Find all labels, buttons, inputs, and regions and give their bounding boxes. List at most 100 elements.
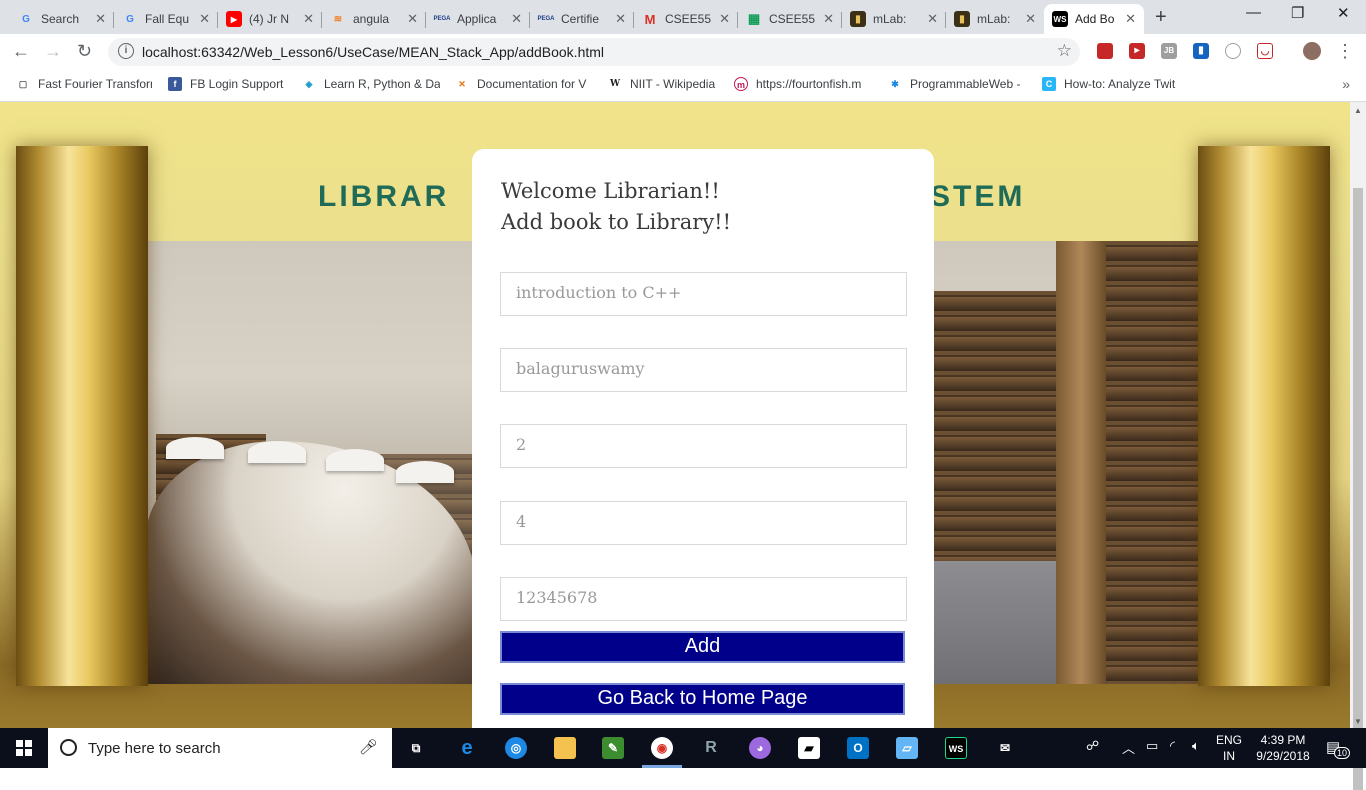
bookmark-item[interactable]: ▢ Fast Fourier Transforn [16,77,152,91]
notes-icon[interactable]: ▱ [896,737,918,759]
extension-shield-icon[interactable]: ◡ [1257,43,1273,59]
datacamp-icon: ◈ [305,79,313,89]
close-icon[interactable]: ✕ [823,11,834,27]
isbn-field[interactable]: 12345678 [500,577,907,621]
extension-circle-icon[interactable] [1225,43,1241,59]
google-icon: G [126,13,134,25]
bookmark-item[interactable]: ✕ Documentation for V [455,77,592,91]
webstorm-icon[interactable]: WS [945,737,967,759]
bookmark-item[interactable]: C How-to: Analyze Twit [1042,77,1180,91]
wifi-icon[interactable]: ◜ [1170,738,1175,754]
profile-avatar[interactable] [1303,42,1321,60]
github-desktop-icon[interactable]: ◕ [749,737,771,759]
forward-icon[interactable]: → [44,41,62,62]
chevron-up-icon[interactable]: ︿ [1122,738,1135,757]
info-icon[interactable]: i [118,43,134,59]
safari-icon[interactable]: ◎ [505,737,527,759]
new-tab-icon[interactable]: + [1155,6,1167,29]
battery-icon[interactable]: ▭ [1146,738,1158,754]
close-icon[interactable]: ✕ [303,11,314,27]
gmail-icon: M [644,11,656,27]
file-explorer-icon[interactable] [554,737,576,759]
address-url[interactable]: localhost:63342/Web_Lesson6/UseCase/MEAN… [142,44,604,60]
minimize-icon[interactable]: — [1246,4,1261,21]
add-book-form: Welcome Librarian!! Add book to Library!… [472,149,934,728]
notepad-plus-icon[interactable]: ✎ [602,737,624,759]
people-icon[interactable]: ☍ [1086,738,1099,754]
close-icon[interactable]: ✕ [199,11,210,27]
r-icon[interactable]: R [700,737,722,759]
close-icon[interactable]: ✕ [511,11,522,27]
microphone-icon[interactable]: 🎤︎ [359,738,378,756]
close-icon[interactable]: ✕ [615,11,626,27]
outlook-icon[interactable]: O [847,737,869,759]
tab-gmail-csee[interactable]: M CSEE55 ✕ [634,4,738,34]
book-title-field[interactable]: introduction to C++ [500,272,907,316]
scrollbar-thumb[interactable] [1353,188,1363,790]
volume-icon[interactable]: 🔈︎ [1192,738,1200,754]
windows-start-icon[interactable] [16,740,32,756]
tab-youtube[interactable]: ▶ (4) Jr N ✕ [218,4,322,34]
task-view-icon[interactable]: ⧉ [405,737,427,759]
menu-icon[interactable]: ⋮ [1336,41,1354,62]
lamp [396,461,454,483]
mlab-icon: ▮ [850,11,866,27]
tab-mlab-1[interactable]: ▮ mLab: ✕ [842,4,946,34]
tab-angular[interactable]: ≋ angula ✕ [322,4,426,34]
edition-field[interactable]: 2 [500,424,907,468]
tab-mlab-2[interactable]: ▮ mLab: ✕ [946,4,1044,34]
bookmark-label: NIIT - Wikipedia [630,77,716,91]
bookmark-label: Documentation for V [477,77,587,91]
language-indicator[interactable]: ENG IN [1216,732,1242,764]
maximize-icon[interactable]: ❐ [1291,4,1304,22]
close-icon[interactable]: ✕ [1025,11,1036,27]
close-icon[interactable]: ✕ [95,11,106,27]
tab-sheets-csee[interactable]: ▦ CSEE55 ✕ [738,4,842,34]
add-book-heading: Add book to Library!! [501,210,732,234]
bookmark-item[interactable]: f FB Login Support [168,77,288,91]
tab-fall-equ[interactable]: G Fall Equ ✕ [114,4,218,34]
chrome-icon[interactable]: ◉ [651,737,673,759]
close-icon[interactable]: ✕ [1125,11,1136,27]
tab-add-book[interactable]: WS Add Bo ✕ [1044,4,1144,34]
google-icon: G [22,13,30,25]
tab-search[interactable]: G Search ✕ [10,4,114,34]
close-icon[interactable]: ✕ [407,11,418,27]
tab-pega-application[interactable]: PEGA Applica ✕ [426,4,530,34]
bookmark-label: ProgrammableWeb - [910,77,1021,91]
sticky-notes-icon[interactable]: ▰ [798,737,820,759]
page-scrollbar[interactable]: ▲ ▼ [1350,102,1366,790]
extension-red-book-icon[interactable] [1097,43,1113,59]
system-clock[interactable]: 4:39 PM 9/29/2018 [1255,732,1311,764]
reload-icon[interactable]: ↻ [77,41,92,62]
right-pillar [1198,146,1330,686]
address-bar[interactable]: i localhost:63342/Web_Lesson6/UseCase/ME… [108,38,1080,66]
go-back-home-button[interactable]: Go Back to Home Page [500,683,905,715]
copies-field[interactable]: 4 [500,501,907,545]
scroll-down-icon[interactable]: ▼ [1354,717,1362,726]
bookshelf [934,291,1064,561]
back-icon[interactable]: ← [12,41,30,62]
tab-pega-certified[interactable]: PEGA Certifie ✕ [530,4,634,34]
extension-bookmark-icon[interactable]: ▮ [1193,43,1209,59]
extension-jb-icon[interactable]: JB [1161,43,1177,59]
mail-icon[interactable]: ✉ [994,737,1016,759]
bookmark-item[interactable]: W NIIT - Wikipedia [608,77,722,91]
header-title-right: STEM [930,180,1026,213]
window-close-icon[interactable]: ✕ [1337,4,1350,22]
taskbar-search-placeholder[interactable]: Type here to search [88,740,221,757]
close-icon[interactable]: ✕ [927,11,938,27]
bookshelf [1106,241,1204,684]
taskbar-search[interactable]: Type here to search 🎤︎ [48,728,392,768]
add-button[interactable]: Add [500,631,905,663]
more-bookmarks-icon[interactable]: » [1342,76,1350,92]
bookmark-item[interactable]: ◈ Learn R, Python & Da [302,77,440,91]
author-field[interactable]: balaguruswamy [500,348,907,392]
extension-play-icon[interactable]: ▸ [1129,43,1145,59]
close-icon[interactable]: ✕ [719,11,730,27]
scroll-up-icon[interactable]: ▲ [1354,106,1362,115]
bookmark-item[interactable]: ✱ ProgrammableWeb - [888,77,1024,91]
edge-icon[interactable]: e [456,737,478,759]
bookmark-item[interactable]: m https://fourtonfish.m [734,77,872,91]
bookmark-star-icon[interactable]: ☆ [1057,41,1072,61]
